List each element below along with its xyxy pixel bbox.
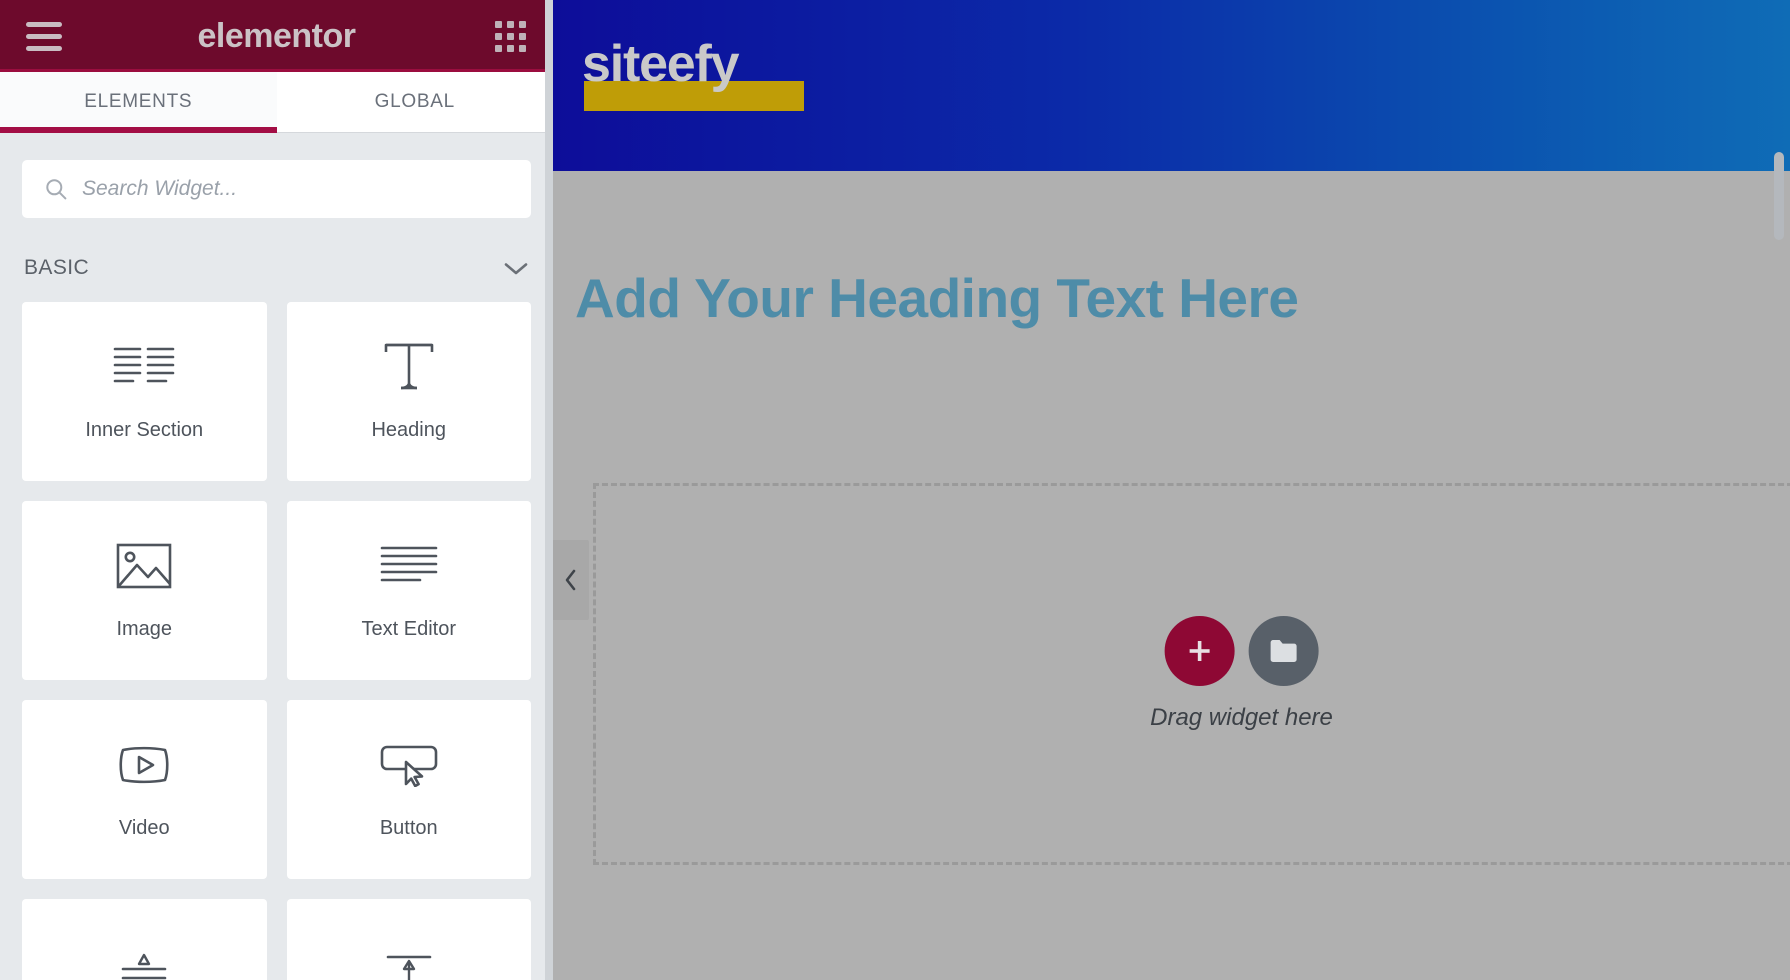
plus-icon [1189, 641, 1210, 661]
chevron-left-icon [565, 569, 576, 591]
apps-grid-dot [495, 44, 502, 52]
site-header-bar: siteefy [553, 0, 1790, 171]
apps-grid-dot [507, 32, 514, 40]
dropzone-inner: Drag widget here [1150, 616, 1333, 732]
dropzone-caption: Drag widget here [1150, 704, 1333, 731]
folder-icon [1270, 640, 1297, 662]
hamburger-bar [26, 21, 62, 27]
apps-grid-icon[interactable] [490, 16, 531, 57]
apps-grid-dot [507, 20, 514, 28]
panel-collapse-handle[interactable] [553, 540, 589, 620]
panel-right-edge [545, 0, 553, 980]
chevron-down-icon [504, 262, 528, 274]
hamburger-icon[interactable] [22, 16, 66, 57]
category-title: BASIC [24, 256, 90, 279]
heading-t-icon [382, 341, 436, 393]
spacer-icon [380, 950, 438, 980]
widget-text-editor[interactable]: Text Editor [286, 501, 531, 680]
image-icon [116, 540, 172, 592]
widget-label: Inner Section [85, 419, 204, 441]
tab-elements[interactable]: ELEMENTS [0, 72, 277, 133]
inner-section-icon [113, 341, 175, 393]
elementor-brand-title: elementor [197, 17, 357, 55]
panel-body: BASIC [0, 133, 553, 980]
widget-grid: Inner Section Heading Image Text Editor … [22, 302, 531, 980]
widget-heading[interactable]: Heading [286, 302, 531, 481]
panel-tabs: ELEMENTS GLOBAL [0, 72, 553, 133]
search-icon [46, 179, 67, 200]
divider-icon [115, 950, 173, 980]
open-template-library-button[interactable] [1248, 616, 1319, 686]
dropzone-buttons [1164, 616, 1319, 686]
apps-grid-dot [495, 32, 502, 40]
search-input[interactable] [82, 177, 509, 201]
widget-label: Button [379, 817, 438, 839]
video-play-icon [115, 739, 173, 791]
category-header-basic[interactable]: BASIC [22, 218, 531, 302]
widget-button[interactable]: Button [286, 700, 531, 879]
search-widget-box[interactable] [22, 160, 531, 218]
widget-label: Video [118, 817, 170, 839]
canvas-content-area[interactable]: Add Your Heading Text Here Drag widget h… [553, 171, 1790, 980]
apps-grid-dot [519, 32, 526, 40]
widget-label: Heading [371, 419, 446, 441]
siteefy-logo[interactable]: siteefy [582, 38, 804, 111]
apps-grid-dot [519, 44, 526, 52]
elementor-editor: siteefy Add Your Heading Text Here Drag … [0, 0, 1790, 980]
widget-inner-section[interactable]: Inner Section [22, 302, 267, 481]
tab-global[interactable]: GLOBAL [276, 72, 553, 132]
apps-grid-dot [495, 20, 502, 28]
widget-spacer[interactable] [286, 899, 531, 980]
widget-image[interactable]: Image [22, 501, 267, 680]
elementor-widget-panel: elementor ELEMENTS GLOBAL BASIC [0, 0, 553, 980]
apps-grid-dot [507, 44, 514, 52]
hamburger-bar [26, 45, 62, 51]
widget-dropzone[interactable]: Drag widget here [593, 483, 1790, 865]
preview-canvas[interactable]: siteefy Add Your Heading Text Here Drag … [553, 0, 1790, 980]
page-heading[interactable]: Add Your Heading Text Here [575, 266, 1299, 330]
panel-scrollbar[interactable] [1774, 0, 1784, 980]
panel-scrollbar-thumb[interactable] [1774, 152, 1784, 240]
button-cursor-icon [379, 739, 439, 791]
add-new-element-button[interactable] [1164, 616, 1235, 686]
text-editor-icon [380, 540, 438, 592]
widget-divider[interactable] [22, 899, 267, 980]
hamburger-bar [26, 33, 62, 39]
apps-grid-dot [519, 20, 526, 28]
widget-video[interactable]: Video [22, 700, 267, 879]
panel-header: elementor [0, 0, 553, 72]
widget-label: Image [116, 618, 173, 640]
widget-label: Text Editor [361, 618, 456, 640]
